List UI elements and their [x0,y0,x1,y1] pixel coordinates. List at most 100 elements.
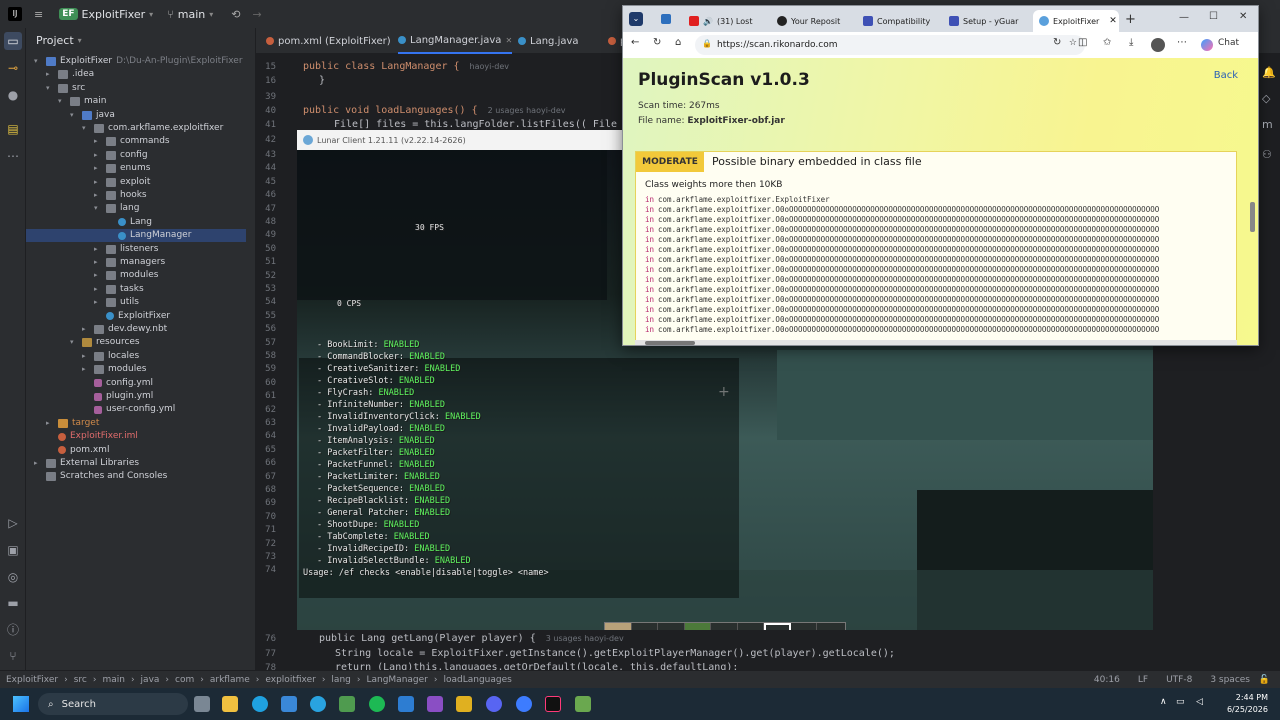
chevron-right-icon[interactable]: ▸ [82,350,90,363]
chevron-right-icon[interactable]: ▸ [94,162,102,175]
file-explorer-icon[interactable] [222,696,238,712]
chevron-right-icon[interactable]: ▸ [94,269,102,282]
network-icon[interactable]: ▭ [1176,697,1185,707]
chevron-right-icon[interactable]: ▸ [94,296,102,309]
refresh-icon[interactable]: ↻ [653,37,661,48]
browser-tab[interactable]: Compatibility [863,10,935,32]
breadcrumb-item[interactable]: lang [331,675,350,685]
chevron-down-icon[interactable]: ▾ [34,55,42,68]
more-icon[interactable]: ⋯ [1177,37,1187,48]
tree-item[interactable]: ▸ commands [26,135,246,148]
tree-item[interactable]: ExploitFixer.iml [26,430,246,443]
hotbar-slot[interactable] [791,623,817,630]
chevron-down-icon[interactable]: ▾ [46,82,54,95]
chevron-right-icon[interactable]: ▸ [94,189,102,202]
vertical-scrollbar[interactable] [1250,202,1255,232]
tree-item[interactable]: ▸ enums [26,162,246,175]
telegram-icon[interactable] [310,696,326,712]
tree-item[interactable]: ▾ java [26,109,246,122]
tree-item[interactable]: Lang [26,216,246,229]
tree-item[interactable]: ▸ hooks [26,189,246,202]
breadcrumb-item[interactable]: arkflame [210,675,250,685]
hotbar-slot[interactable] [605,623,632,630]
main-menu-icon[interactable]: ≡ [34,8,43,21]
hotbar-slot-selected[interactable] [764,623,791,630]
tree-item[interactable]: ▾ main [26,95,246,108]
breadcrumb-item[interactable]: main [102,675,125,685]
hotbar-slot[interactable] [817,623,844,630]
chevron-right-icon[interactable]: ▸ [94,283,102,296]
discord-icon[interactable] [486,696,502,712]
tree-item[interactable]: LangManager [26,229,246,243]
chevron-right-icon[interactable]: ▸ [94,256,102,269]
vscode-icon[interactable] [398,696,414,712]
copilot-icon[interactable] [1201,39,1213,51]
ide-logo-icon[interactable]: IJ [8,7,22,21]
chevron-right-icon[interactable]: ▸ [82,363,90,376]
lock-icon[interactable]: 🔓 [1259,675,1270,685]
browser-tab[interactable]: Setup - yGuar [949,10,1021,32]
editor-tab[interactable]: pom.xml (ExploitFixer) [266,28,391,54]
tree-item[interactable]: ▸ tasks [26,283,246,296]
terminal-icon[interactable]: ▣ [4,541,22,559]
tree-item[interactable]: ▾ com.arkflame.exploitfixer [26,122,246,135]
edge-icon[interactable] [252,696,268,712]
tab-actions-icon[interactable]: ⌄ [629,12,643,26]
project-panel-title[interactable]: Project [36,34,74,47]
maximize-icon[interactable]: ☐ [1209,11,1218,22]
breadcrumb-item[interactable]: LangManager [366,675,427,685]
chevron-down-icon[interactable]: ▾ [70,109,78,122]
chevron-right-icon[interactable]: ▸ [94,149,102,162]
code-line[interactable]: File[] files = this.langFolder.listFiles… [334,119,647,130]
close-window-icon[interactable]: ✕ [1239,11,1247,22]
breadcrumb-item[interactable]: com [175,675,194,685]
vcs-icon[interactable]: ⊸ [4,59,22,77]
horizontal-scrollbar[interactable] [635,340,1237,345]
caret-position[interactable]: 40:16 [1094,675,1120,685]
ai-assistant-icon[interactable]: ◇ [1262,92,1270,105]
problems-icon[interactable]: ⓘ [4,621,22,639]
services-icon[interactable]: ◎ [4,568,22,586]
code-line[interactable]: public void loadLanguages() {2 usages ha… [303,105,566,116]
browser-tab[interactable]: Your Reposit [777,10,847,32]
scrollbar-thumb[interactable] [645,341,695,345]
tree-item[interactable]: config.yml [26,377,246,390]
console-icon[interactable]: ▬ [4,594,22,612]
indent-setting[interactable]: 3 spaces [1210,675,1250,685]
more-icon[interactable]: ⋯ [4,147,22,165]
chevron-right-icon[interactable]: ▸ [82,323,90,336]
branch-name[interactable]: main [178,8,205,21]
minecraft-icon[interactable] [575,696,591,712]
chevron-down-icon[interactable]: ▾ [58,95,66,108]
tree-item[interactable]: pom.xml [26,444,246,457]
profile-avatar[interactable] [1151,38,1165,52]
favorite-star-icon[interactable]: ☆ [1069,38,1077,48]
tree-item[interactable]: ▸ listeners [26,243,246,256]
intellij-icon[interactable] [545,696,561,712]
chevron-down-icon[interactable]: ▾ [82,122,90,135]
new-tab-icon[interactable]: + [1125,12,1136,27]
tree-item[interactable]: plugin.yml [26,390,246,403]
close-icon[interactable]: ✕ [505,36,512,45]
gradle-icon[interactable]: ⚇ [1262,148,1272,161]
breadcrumb-item[interactable]: java [141,675,160,685]
tree-item[interactable]: ▸ modules [26,269,246,282]
tree-item[interactable]: ▸ dev.dewy.nbt [26,323,246,336]
hotbar-slot[interactable] [632,623,658,630]
notifications-icon[interactable]: 🔔 [1262,66,1276,79]
vscode-tab-icon[interactable] [661,14,671,24]
tree-item[interactable]: user-config.yml [26,403,246,416]
project-name[interactable]: ExploitFixer [82,8,146,21]
tree-item[interactable]: ▸ External Libraries [26,457,246,470]
app-icon[interactable] [339,696,355,712]
git-icon[interactable]: ⑂ [4,647,22,665]
line-separator[interactable]: LF [1138,675,1148,685]
taskbar-search[interactable]: ⌕ Search [38,693,188,715]
app-icon[interactable] [456,696,472,712]
tree-item[interactable]: ▸ locales [26,350,246,363]
back-link[interactable]: Back [1214,70,1238,81]
browser-tab-active[interactable]: ExploitFixer ✕ [1033,10,1119,32]
browser-tab[interactable]: 🔊 (31) Lost [689,10,759,32]
chat-button[interactable]: Chat [1218,38,1239,48]
split-icon[interactable]: ◫ [1078,37,1087,48]
